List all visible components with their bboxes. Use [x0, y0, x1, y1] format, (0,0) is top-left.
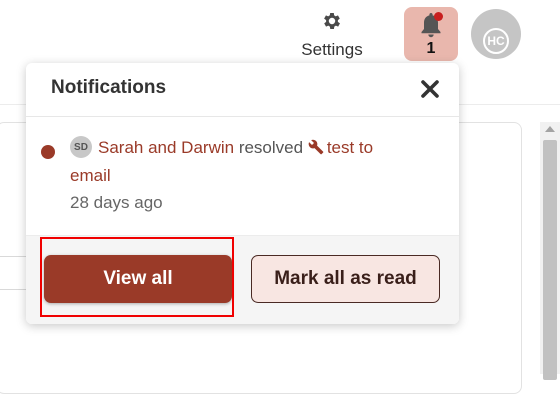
mark-all-read-button[interactable]: Mark all as read	[251, 255, 440, 303]
unread-badge-dot	[434, 12, 443, 21]
unread-indicator	[41, 145, 55, 159]
notification-text: Sarah and Darwin resolved test to email	[70, 134, 410, 190]
notifications-popup: Notifications SD Sarah and Darwin resolv…	[26, 63, 459, 324]
notification-time: 28 days ago	[70, 193, 163, 212]
scrollbar[interactable]	[540, 122, 560, 380]
notifications-count: 1	[426, 40, 436, 57]
settings-button[interactable]: Settings	[294, 8, 370, 62]
avatar-initials: HC	[483, 28, 509, 54]
scroll-up-arrow-icon[interactable]	[545, 126, 555, 132]
scrollbar-thumb[interactable]	[543, 140, 557, 380]
close-button[interactable]	[418, 77, 442, 101]
user-avatar[interactable]: HC	[471, 9, 521, 59]
wrench-icon	[308, 139, 324, 155]
popup-header: Notifications	[26, 63, 459, 117]
settings-label: Settings	[301, 40, 363, 59]
popup-title: Notifications	[51, 77, 167, 98]
notification-actor-link[interactable]: Sarah and Darwin	[98, 138, 234, 157]
close-icon	[421, 80, 439, 98]
notification-action: resolved	[238, 138, 304, 157]
gear-icon	[324, 13, 340, 29]
view-all-button[interactable]: View all	[44, 255, 232, 303]
notifications-bell-button[interactable]: 1	[404, 7, 458, 61]
